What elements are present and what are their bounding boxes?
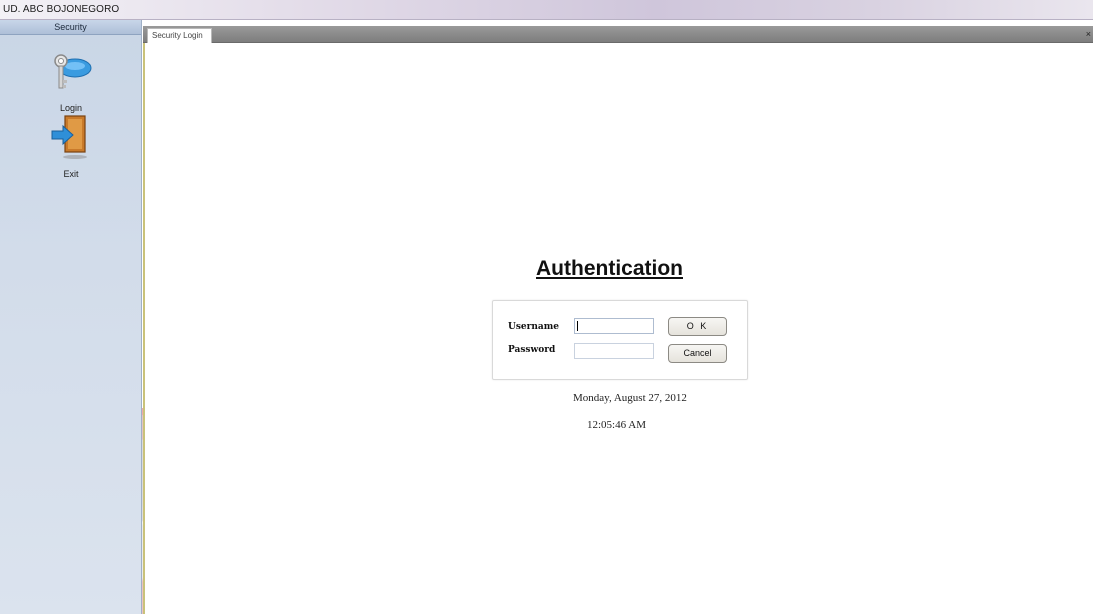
username-field[interactable] bbox=[574, 318, 654, 334]
date-label: Monday, August 27, 2012 bbox=[573, 392, 687, 404]
password-label: Password bbox=[508, 345, 556, 355]
key-icon bbox=[54, 54, 92, 89]
exit-door-icon bbox=[51, 115, 87, 159]
time-label: 12:05:46 AM bbox=[587, 419, 646, 431]
app-window: UD. ABC BOJONEGORO Security Login Exit S… bbox=[0, 0, 1093, 614]
cancel-button[interactable]: Cancel bbox=[668, 344, 727, 363]
sidebar-item-login[interactable]: Login bbox=[0, 50, 141, 113]
page-title: Authentication bbox=[536, 257, 683, 280]
sidebar-item-label: Exit bbox=[63, 169, 79, 179]
sidebar: Security Login Exit bbox=[0, 20, 142, 614]
close-icon[interactable]: × bbox=[1086, 28, 1091, 40]
username-label: Username bbox=[508, 322, 560, 332]
ok-button[interactable]: O K bbox=[668, 317, 727, 336]
tab-strip: Security Login × bbox=[143, 26, 1093, 43]
password-field[interactable] bbox=[574, 343, 654, 359]
login-form: Username Password O K Cancel bbox=[492, 300, 748, 380]
title-bar: UD. ABC BOJONEGORO bbox=[0, 0, 1093, 20]
text-caret bbox=[577, 321, 578, 331]
sidebar-item-exit[interactable]: Exit bbox=[0, 112, 141, 179]
sidebar-header-security[interactable]: Security bbox=[0, 20, 141, 35]
tab-security-login[interactable]: Security Login bbox=[147, 28, 212, 43]
window-title: UD. ABC BOJONEGORO bbox=[3, 4, 120, 15]
